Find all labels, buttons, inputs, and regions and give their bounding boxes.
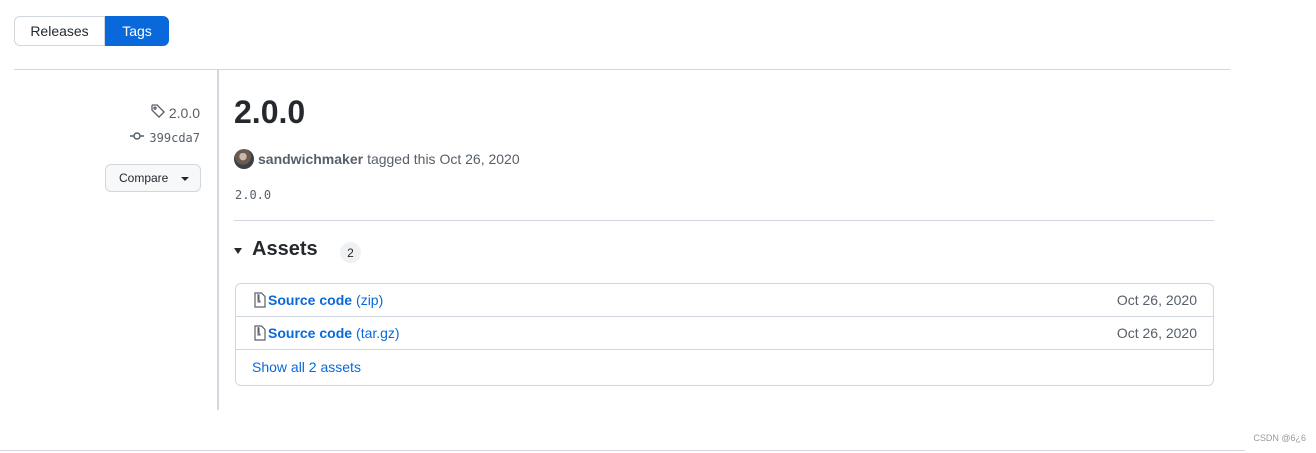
- asset-date: Oct 26, 2020: [1116, 325, 1197, 341]
- assets-divider: [234, 220, 1214, 221]
- assets-toggle[interactable]: Assets: [234, 238, 318, 261]
- asset-row: Source code (tar.gz) Oct 26, 2020: [236, 317, 1213, 350]
- file-zip-icon: [253, 292, 267, 308]
- sidebar-commit-link[interactable]: 399cda7: [129, 128, 200, 147]
- triangle-down-icon: [234, 247, 242, 254]
- assets-list: Source code (zip) Oct 26, 2020 Source co…: [235, 283, 1214, 386]
- show-all-assets-link[interactable]: Show all 2 assets: [252, 359, 361, 375]
- release-tag-tabs: Releases Tags: [14, 16, 169, 46]
- sidebar-tag-link[interactable]: 2.0.0: [150, 103, 200, 122]
- sidebar-divider: [217, 69, 219, 410]
- watermark: CSDN @6¿6: [1253, 433, 1306, 443]
- assets-count-badge: 2: [340, 242, 361, 263]
- compare-label: Compare: [119, 171, 169, 185]
- asset-link-zip[interactable]: Source code: [268, 292, 352, 308]
- chevron-down-icon: [181, 177, 189, 181]
- asset-date: Oct 26, 2020: [1116, 292, 1197, 308]
- tagged-text: tagged this Oct 26, 2020: [367, 151, 520, 167]
- commit-icon: [129, 128, 149, 147]
- tag-icon: [150, 103, 169, 122]
- bottom-divider: [0, 450, 1245, 451]
- asset-ext-targz[interactable]: (tar.gz): [356, 325, 400, 341]
- file-zip-icon: [253, 325, 267, 341]
- author-link[interactable]: sandwichmaker: [258, 151, 363, 167]
- asset-ext-zip[interactable]: (zip): [356, 292, 383, 308]
- tab-tags[interactable]: Tags: [105, 16, 169, 46]
- asset-row: Source code (zip) Oct 26, 2020: [236, 284, 1213, 317]
- release-byline: sandwichmaker tagged this Oct 26, 2020: [234, 149, 520, 169]
- compare-button[interactable]: Compare: [105, 164, 201, 192]
- top-divider: [14, 69, 1230, 70]
- sidebar-commit-label: 399cda7: [149, 130, 200, 145]
- tab-releases[interactable]: Releases: [14, 16, 105, 46]
- assets-heading: Assets: [252, 238, 318, 260]
- release-title[interactable]: 2.0.0: [234, 94, 305, 131]
- asset-link-targz[interactable]: Source code: [268, 325, 352, 341]
- release-body: 2.0.0: [235, 188, 272, 202]
- sidebar-tag-label: 2.0.0: [168, 104, 200, 121]
- avatar[interactable]: [234, 149, 254, 169]
